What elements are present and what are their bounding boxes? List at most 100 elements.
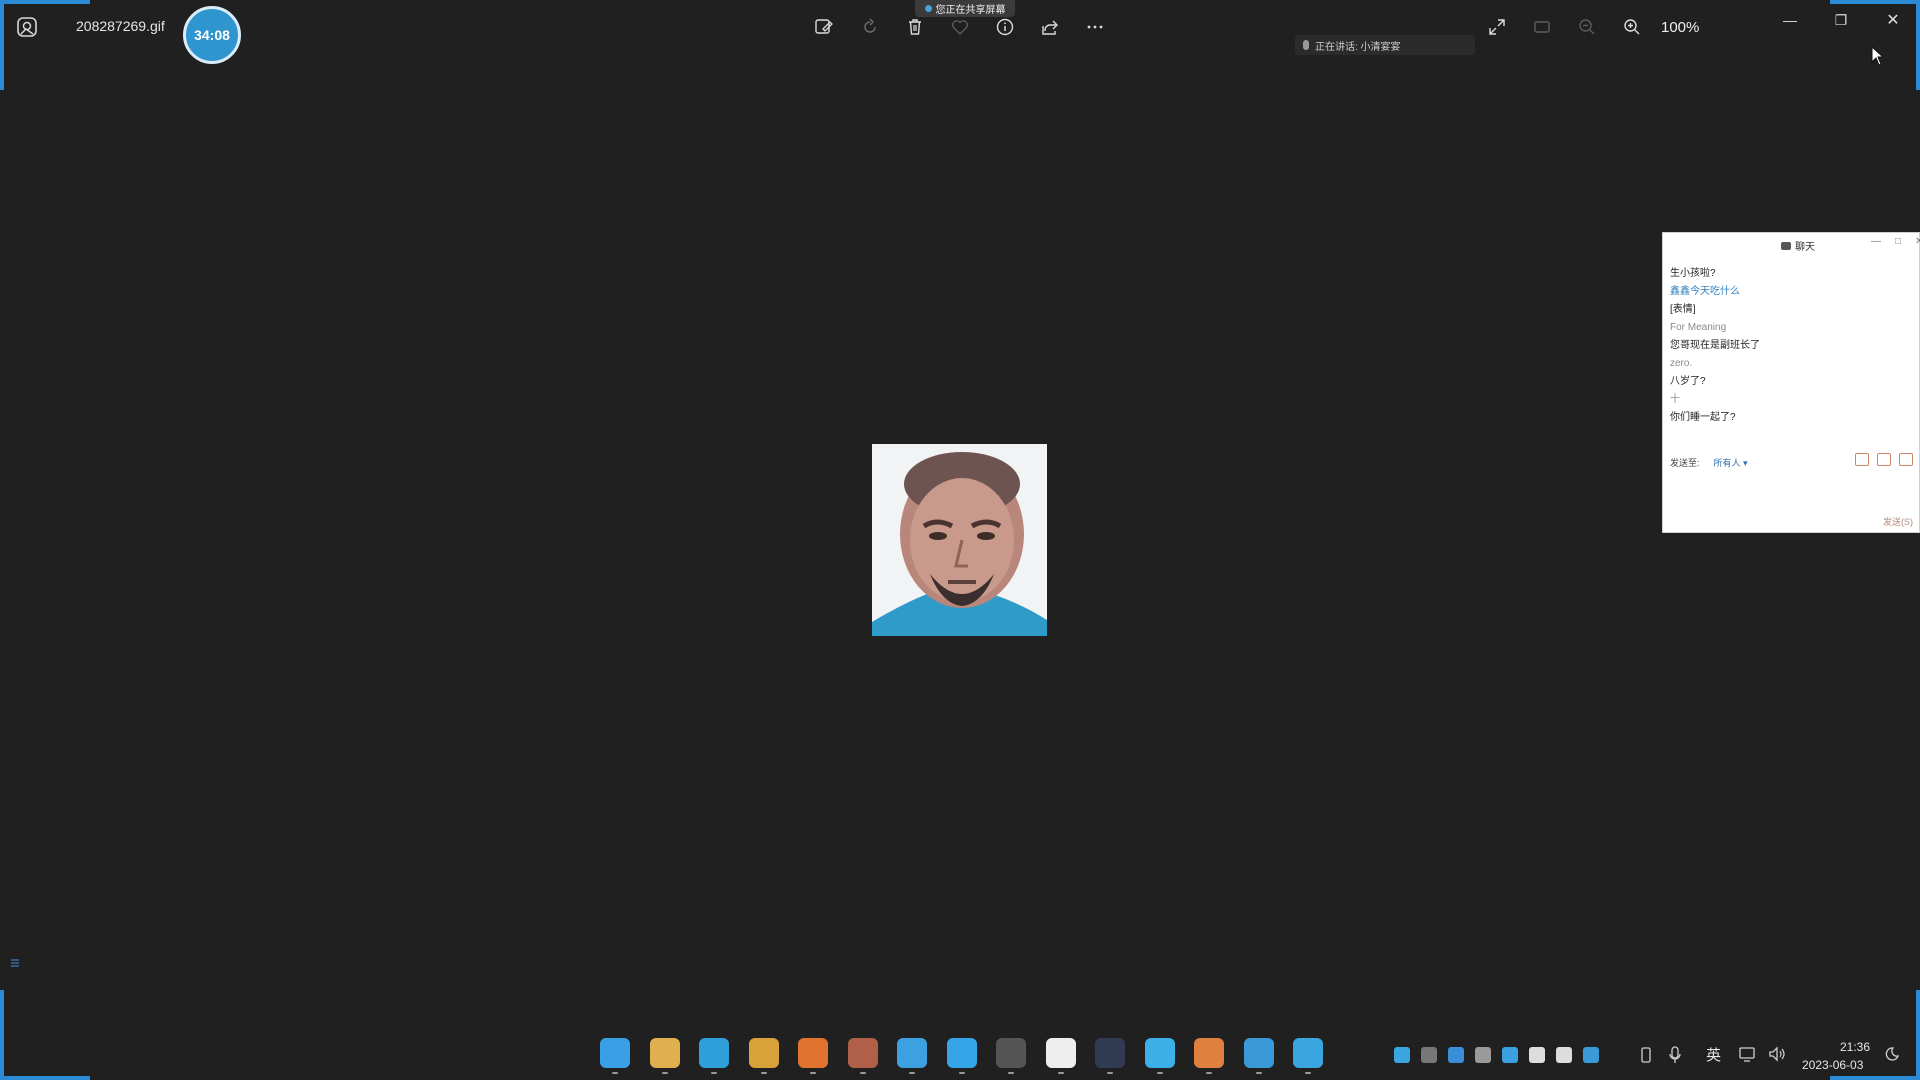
display-tray-icon[interactable] (1556, 1047, 1572, 1063)
cloud-tray-icon[interactable] (1394, 1047, 1410, 1063)
start-button[interactable] (600, 1038, 630, 1074)
minimize-button[interactable]: — (1767, 6, 1813, 34)
fit-icon (1534, 21, 1550, 33)
share-button[interactable] (1037, 14, 1063, 40)
typora-app[interactable] (897, 1038, 927, 1074)
microphone-tray-icon[interactable] (1668, 1045, 1682, 1065)
share-border (1830, 0, 1920, 4)
favorite-icon (951, 20, 969, 35)
chat-message: 您哥现在是副班长了 (1670, 340, 1760, 351)
meeting-app[interactable] (946, 1038, 977, 1074)
chat-close-button[interactable]: ✕ (1915, 236, 1920, 247)
usb-icon[interactable] (1640, 1046, 1652, 1064)
chat-message: 你们睡一起了? (1670, 412, 1736, 423)
chat-window: 聊天 — □ ✕ 生小孩啦? 鑫鑫今天吃什么 [表情] For Meaning 您哥现在… (1662, 232, 1920, 533)
delete-button[interactable] (902, 14, 928, 40)
share-icon (1042, 20, 1058, 35)
clock-time[interactable]: 21:36 (1840, 1040, 1870, 1054)
share-status-icon (924, 5, 932, 12)
chat-message: 八岁了? (1670, 376, 1706, 387)
speaking-label: 正在讲话: 小清宴宴 (1315, 41, 1401, 53)
running-indicator (1008, 1072, 1014, 1074)
meeting-timer-badge[interactable]: 34:08 (183, 6, 241, 64)
running-indicator (760, 1072, 767, 1074)
send-to-row: 发送至: 所有人 ▾ (1670, 456, 1748, 469)
info-icon (996, 18, 1014, 36)
notification-icon[interactable] (1884, 1046, 1900, 1062)
chat-message-list: 生小孩啦? 鑫鑫今天吃什么 [表情] For Meaning 您哥现在是副班长了 zero… (1670, 265, 1913, 427)
running-indicator (1255, 1072, 1262, 1074)
clock-date[interactable]: 2023-06-03 (1802, 1058, 1863, 1072)
send-button[interactable]: 发送(S) (1883, 515, 1913, 528)
rotate-button[interactable] (857, 14, 883, 40)
vpn-app[interactable] (1144, 1038, 1175, 1074)
zoom-out-icon (1579, 19, 1595, 35)
zoom-out-button[interactable] (1574, 14, 1600, 40)
restore-button[interactable]: ❐ (1818, 6, 1864, 34)
delete-icon (909, 19, 921, 35)
send-to-select[interactable]: 所有人 ▾ (1714, 456, 1748, 469)
edit-image-icon (815, 19, 833, 34)
running-indicator (859, 1072, 866, 1074)
zoom-in-icon (1624, 19, 1640, 35)
chat-maximize-button[interactable]: □ (1895, 236, 1901, 247)
running-indicator (958, 1072, 965, 1074)
speaking-indicator: 正在讲话: 小清宴宴 (1295, 35, 1475, 55)
running-indicator (1206, 1072, 1212, 1074)
screen: 208287269.gif 34:08 您正在共享屏幕 正在讲话: 小清宴宴 1… (0, 0, 1920, 1080)
rotate-icon (864, 18, 876, 33)
chat-minimize-button[interactable]: — (1871, 236, 1881, 247)
list-icon[interactable] (9, 957, 21, 969)
github-app[interactable] (996, 1038, 1026, 1074)
chat-message: For Meaning (1670, 322, 1727, 333)
gear-tray-icon[interactable] (1529, 1047, 1545, 1063)
file-name: 208287269.gif (76, 18, 165, 34)
share-border (0, 0, 90, 4)
remote-desktop-app[interactable] (1243, 1038, 1274, 1074)
photos-app[interactable] (1293, 1038, 1323, 1074)
chat-tools (1855, 453, 1913, 466)
edit-image-button[interactable] (811, 14, 837, 40)
edge-app[interactable] (699, 1038, 729, 1074)
screenshot-icon[interactable] (1877, 453, 1891, 466)
emoji-icon[interactable] (1855, 453, 1869, 466)
fit-to-window-button[interactable] (1529, 14, 1555, 40)
chat-message: [表情] (1670, 304, 1696, 315)
shield-tray-icon[interactable] (1448, 1047, 1464, 1063)
running-indicator (810, 1072, 816, 1074)
running-indicator (1156, 1072, 1163, 1074)
mouse-cursor-icon (1871, 46, 1885, 66)
running-indicator (711, 1072, 717, 1074)
app-tray-icon[interactable] (1502, 1047, 1518, 1063)
photos-app-icon (16, 16, 38, 38)
running-indicator (1057, 1072, 1064, 1074)
camera-tray-icon[interactable] (1421, 1047, 1437, 1063)
input-method-indicator[interactable]: 英 (1706, 1044, 1721, 1065)
steam-app[interactable] (847, 1038, 878, 1074)
file-explorer-app[interactable] (649, 1038, 680, 1074)
fullscreen-button[interactable] (1484, 14, 1510, 40)
photoshop-app[interactable] (1095, 1038, 1125, 1074)
favorite-button[interactable] (947, 14, 973, 40)
more-button[interactable] (1082, 14, 1108, 40)
share-border (1916, 0, 1920, 90)
monitor-tray-icon[interactable] (1583, 1047, 1599, 1063)
close-button[interactable]: ✕ (1870, 6, 1916, 34)
chat-title-label: 聊天 (1795, 242, 1815, 253)
firefox-app[interactable] (798, 1038, 828, 1074)
running-indicator (612, 1072, 618, 1074)
chat-message: 生小孩啦? (1670, 268, 1716, 279)
fullscreen-icon (1489, 19, 1505, 35)
zoom-level[interactable]: 100% (1661, 19, 1699, 36)
chat-message: zero. (1670, 358, 1693, 369)
zoom-in-button[interactable] (1619, 14, 1645, 40)
info-button[interactable] (992, 14, 1018, 40)
network-tray-icon[interactable] (1475, 1047, 1491, 1063)
file-icon[interactable] (1899, 453, 1913, 466)
sublime-app[interactable] (1194, 1038, 1224, 1074)
volume-icon[interactable] (1767, 1045, 1787, 1063)
network-icon[interactable] (1738, 1045, 1758, 1063)
jar-app[interactable] (1045, 1038, 1076, 1074)
chrome-app[interactable] (748, 1038, 779, 1074)
share-border (0, 0, 4, 90)
